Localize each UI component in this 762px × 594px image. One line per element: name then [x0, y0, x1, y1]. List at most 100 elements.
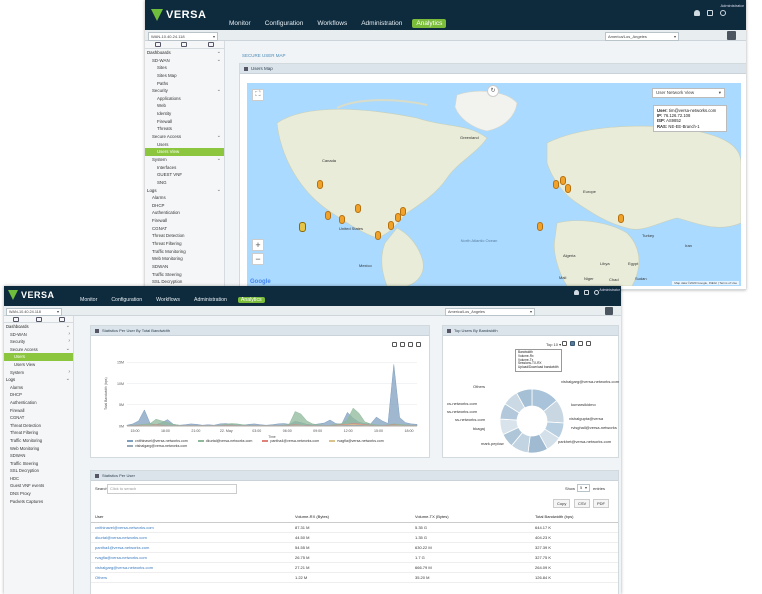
breadcrumb[interactable]: SECURE USER MAP [242, 53, 286, 58]
map-pin[interactable] [400, 207, 406, 216]
sidebar-item[interactable]: GUEST VNF [145, 171, 224, 179]
top-n-select[interactable]: Top 10 ▾ [546, 342, 561, 347]
map-pin[interactable] [560, 176, 566, 185]
grid-icon[interactable] [181, 42, 188, 47]
sidebar-item[interactable]: Logs ⌄ [145, 187, 224, 195]
bar-chart-icon[interactable] [400, 342, 405, 347]
home-icon[interactable] [12, 316, 19, 322]
sidebar-item[interactable]: Guest VNF events [4, 482, 73, 490]
nav-monitor[interactable]: Monitor [225, 19, 255, 28]
sidebar-item[interactable]: Web Monitoring [4, 445, 73, 453]
sidebar-item[interactable]: DHCP [4, 391, 73, 399]
sidebar-item[interactable]: Traffic Monitoring [4, 437, 73, 445]
sidebar-item[interactable]: CGNAT [145, 225, 224, 233]
legend-item[interactable]: rvagfla@versa-networks.com [329, 439, 384, 443]
table-row[interactable]: dkurtal@versa-networks.com 44.50 M 1.35 G4… [91, 532, 618, 543]
sidebar-item[interactable]: Authentication [145, 209, 224, 217]
sidebar-item[interactable]: Firewall [4, 407, 73, 415]
sidebar-item[interactable]: SDWAN [145, 263, 224, 271]
nav-workflows[interactable]: Workflows [313, 19, 351, 28]
sidebar-item[interactable]: SSL Decryption [145, 278, 224, 286]
timezone-select[interactable]: America/Los_Angeles [445, 308, 535, 316]
nav-administration[interactable]: Administration [191, 297, 230, 303]
sidebar-item[interactable]: Sites Map [145, 72, 224, 80]
zoom-out-button[interactable]: − [252, 253, 264, 265]
sidebar-item[interactable]: DHCP [145, 202, 224, 210]
map-pin[interactable] [325, 211, 331, 220]
line-chart-icon[interactable] [578, 341, 583, 346]
legend-item[interactable]: cnithinavel@versa-networks.com [127, 439, 188, 443]
nav-workflows[interactable]: Workflows [153, 297, 183, 303]
map-pin[interactable] [537, 222, 543, 231]
nav-analytics[interactable]: Analytics [412, 19, 447, 28]
sidebar-item[interactable]: Threat Filtering [4, 429, 73, 437]
sidebar-item[interactable]: Paths [145, 80, 224, 88]
sidebar-item[interactable]: Users [145, 141, 224, 149]
zoom-in-button[interactable]: + [252, 239, 264, 251]
sidebar-item[interactable]: SDWAN [4, 452, 73, 460]
user-icon[interactable] [720, 10, 726, 16]
appliance-select[interactable]: WAN-10.40.24.118 [6, 308, 62, 316]
grid-icon[interactable] [35, 316, 42, 322]
sidebar-item[interactable]: Threats [145, 125, 224, 133]
line-chart-icon[interactable] [408, 342, 413, 347]
legend-item[interactable]: vishalgarg@versa-networks.com [127, 444, 187, 448]
area-chart-icon[interactable] [562, 341, 567, 346]
bar-chart-icon[interactable] [570, 341, 575, 346]
sidebar-item[interactable]: Threat Detection [4, 422, 73, 430]
map-pin[interactable] [565, 184, 571, 193]
sidebar-item[interactable]: Firewall [145, 217, 224, 225]
user-link[interactable]: vishalgarg@versa-networks.com [91, 562, 291, 573]
sidebar-item[interactable]: DNS Proxy [4, 490, 73, 498]
sidebar-item[interactable]: Logs ⌄ [4, 376, 73, 384]
table-row[interactable]: Others 1.22 M 35.20 M 126.84 K [91, 572, 618, 583]
nav-monitor[interactable]: Monitor [77, 297, 100, 303]
map-pin[interactable] [317, 180, 323, 189]
home-icon[interactable] [155, 42, 162, 47]
sidebar-item[interactable]: SNG [145, 179, 224, 187]
sidebar-item[interactable]: Applications [145, 95, 224, 103]
sidebar-item[interactable]: Traffic Monitoring [145, 248, 224, 256]
export-icon[interactable] [727, 31, 736, 40]
column-volume-rx[interactable]: Volume-RX (Bytes) [291, 512, 411, 523]
sidebar-item[interactable]: Traffic Steering [4, 460, 73, 468]
sidebar-item[interactable]: SSL Decryption [4, 467, 73, 475]
map-pin[interactable] [339, 215, 345, 224]
sidebar-item[interactable]: Security › [4, 338, 73, 346]
map-pin-selected[interactable] [299, 222, 306, 232]
sidebar-item[interactable]: HDC [4, 475, 73, 483]
sidebar-item[interactable]: Traffic Steering [145, 271, 224, 279]
map-pin[interactable] [355, 204, 361, 213]
sidebar-item[interactable]: Dashboards ⌄ [145, 49, 224, 57]
export-icon[interactable] [605, 307, 613, 315]
menu-icon[interactable] [416, 342, 421, 347]
sidebar-item[interactable]: Security ⌄ [145, 87, 224, 95]
map-pin[interactable] [618, 214, 624, 223]
menu-icon[interactable] [586, 341, 591, 346]
sidebar-item[interactable]: Dashboards ⌄ [4, 323, 73, 331]
sidebar-item[interactable]: Threat Detection [145, 232, 224, 240]
series-area-0[interactable] [126, 364, 418, 427]
appliance-select[interactable]: WAN-10.40.24.118 [148, 32, 218, 41]
table-row[interactable]: vishalgarg@versa-networks.com 27.21 M 666.… [91, 562, 618, 573]
user-link[interactable]: rvagfla@versa-networks.com [91, 552, 291, 563]
user-link[interactable]: Others [91, 572, 291, 583]
sidebar-item[interactable]: Web Monitoring [145, 255, 224, 263]
sidebar-item[interactable]: Sites [145, 64, 224, 72]
sidebar-item[interactable]: Identity [145, 110, 224, 118]
area-chart-icon[interactable] [392, 342, 397, 347]
sidebar-item[interactable]: Secure Access ⌄ [145, 133, 224, 141]
refresh-button[interactable]: ↻ [487, 85, 499, 97]
sidebar-item[interactable]: Authentication [4, 399, 73, 407]
sidebar-item[interactable]: System › [4, 369, 73, 377]
map-pin[interactable] [388, 221, 394, 230]
sidebar-item[interactable]: SD-WAN ⌄ [145, 57, 224, 65]
sidebar-item[interactable]: Alarms [145, 194, 224, 202]
map-attribution[interactable]: Map data ©2020 Google, INEGI | Terms of … [672, 281, 739, 285]
sidebar-item[interactable]: Users [4, 353, 73, 361]
sidebar-item[interactable]: Users View [145, 148, 224, 156]
user-icon[interactable] [594, 290, 599, 295]
column-user[interactable]: User [91, 512, 291, 523]
map-view-select[interactable]: User Network View ▾ [652, 88, 725, 98]
table-row[interactable]: cnithinavel@versa-networks.com 87.31 M 5.3… [91, 522, 618, 533]
